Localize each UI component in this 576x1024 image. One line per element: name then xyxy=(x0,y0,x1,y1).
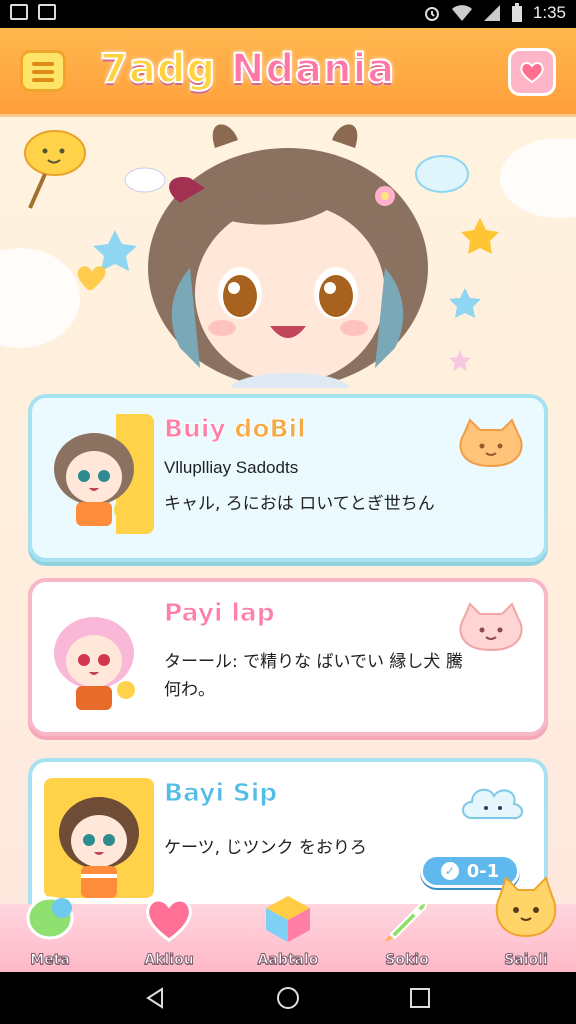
bubble-icon xyxy=(26,896,74,940)
favorite-button[interactable] xyxy=(508,48,556,96)
wifi-icon xyxy=(451,5,472,21)
heart-icon xyxy=(146,898,192,942)
hero-illustration xyxy=(0,118,576,398)
character-card-1[interactable]: Buiy doBil Vlluplliay Sadodts キャル, ろにおは … xyxy=(28,394,548,562)
cloud-face-icon xyxy=(415,155,469,193)
card-title: Payi lap xyxy=(164,598,276,628)
home-icon[interactable] xyxy=(276,986,300,1010)
app-bar: 7adg Ndania xyxy=(0,28,576,114)
star-face-icon xyxy=(461,218,499,254)
tab-aabtalo[interactable]: Aabtalo xyxy=(238,896,338,972)
tab-akliou[interactable]: Akliou xyxy=(119,898,219,972)
gallery-icon xyxy=(38,4,56,20)
photo-icon xyxy=(10,4,28,20)
cat-face-icon xyxy=(459,418,523,468)
system-nav-bar xyxy=(0,972,576,1024)
tab-meta[interactable]: Meta xyxy=(0,896,100,972)
card-description: ケーツ, じツンク をおりろ xyxy=(164,838,367,858)
link-icon: ✓ xyxy=(440,862,459,880)
app-title: 7adg Ndania xyxy=(99,45,430,93)
character-thumb xyxy=(44,414,154,534)
status-bar: 1:35 xyxy=(0,0,576,28)
tab-saioli[interactable]: Saioli xyxy=(476,876,576,972)
signal-icon xyxy=(483,5,500,21)
cat-icon xyxy=(495,876,557,938)
bottom-tab-bar: Meta Akliou Aabtalo Sokio Saioli xyxy=(0,876,576,972)
heart-icon xyxy=(520,62,544,84)
alarm-icon xyxy=(424,7,439,21)
card-title: Buiy doBil xyxy=(164,414,307,444)
recents-icon[interactable] xyxy=(408,986,432,1010)
cloud-icon xyxy=(462,788,523,820)
cat-balloon-icon xyxy=(24,130,86,209)
character-thumb xyxy=(44,598,154,718)
menu-icon xyxy=(32,62,54,66)
app-screen: 7adg Ndania Buiy doBil Vlluplliay Sadodt… xyxy=(0,28,576,972)
character-card-2[interactable]: Payi lap ターール: で精りな ばいでい 縁し犬 騰何わ。 xyxy=(28,578,548,736)
card-subtitle: Vlluplliay Sadodts xyxy=(164,458,299,477)
app-title-part2: Ndania xyxy=(216,45,396,93)
rocket-icon xyxy=(385,901,428,942)
status-time: 1:35 xyxy=(532,3,566,22)
battery-icon xyxy=(511,3,522,22)
card-description: キャル, ろにおは ロいてとぎ世ちん xyxy=(164,494,435,514)
character-thumb xyxy=(44,778,154,898)
back-icon[interactable] xyxy=(144,986,168,1010)
cat-face-icon xyxy=(459,602,523,652)
card-description: ターール: で精りな ばいでい 縁し犬 騰何わ。 xyxy=(164,652,463,700)
menu-button[interactable] xyxy=(20,50,66,92)
card-title: Bayi Sip xyxy=(163,778,278,808)
tab-sokio[interactable]: Sokio xyxy=(357,901,457,972)
character-illustration xyxy=(0,124,576,388)
star-icon xyxy=(93,230,137,271)
cube-icon xyxy=(266,896,310,942)
app-title-part1: 7adg xyxy=(99,45,217,93)
